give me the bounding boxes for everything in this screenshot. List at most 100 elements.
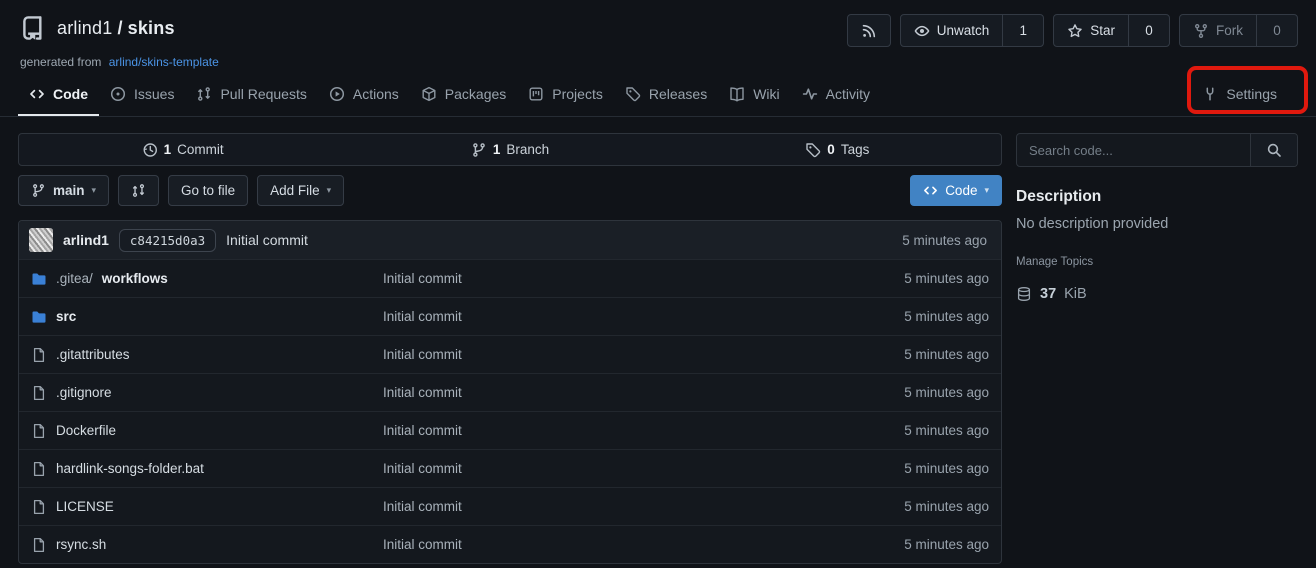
- main-content: 1 Commit 1 Branch 0 Tags main ▾ Go to fi…: [18, 133, 1002, 564]
- tags-link[interactable]: 0 Tags: [674, 142, 1001, 158]
- branch-name: main: [53, 183, 85, 198]
- template-repo-link[interactable]: arlind/skins-template: [109, 55, 219, 69]
- star-label: Star: [1090, 23, 1115, 38]
- file-name-link[interactable]: rsync.sh: [56, 537, 106, 552]
- repo-summary-bar: 1 Commit 1 Branch 0 Tags: [18, 133, 1002, 166]
- watch-count[interactable]: 1: [1002, 15, 1043, 46]
- file-icon: [31, 461, 47, 477]
- code-button-label: Code: [945, 183, 977, 198]
- search-button[interactable]: [1250, 134, 1297, 166]
- latest-commit-row: arlind1 c84215d0a3 Initial commit 5 minu…: [19, 221, 1001, 259]
- wiki-icon: [729, 86, 745, 102]
- branch-selector[interactable]: main ▾: [18, 175, 109, 206]
- generated-from: generated from arlind/skins-template: [20, 55, 219, 69]
- repo-name-link[interactable]: skins: [128, 18, 175, 38]
- commits-link[interactable]: 1 Commit: [19, 142, 346, 158]
- file-commit-message[interactable]: Initial commit: [383, 309, 823, 324]
- file-commit-time: 5 minutes ago: [823, 309, 989, 324]
- unwatch-label: Unwatch: [937, 23, 990, 38]
- unwatch-button[interactable]: Unwatch: [901, 15, 1003, 46]
- file-commit-time: 5 minutes ago: [823, 271, 989, 286]
- file-commit-message[interactable]: Initial commit: [383, 537, 823, 552]
- table-row-rsync-sh[interactable]: rsync.sh Initial commit 5 minutes ago: [19, 525, 1001, 563]
- fork-count[interactable]: 0: [1256, 15, 1297, 46]
- file-name-link[interactable]: .gitignore: [56, 385, 112, 400]
- table-row-gitignore[interactable]: .gitignore Initial commit 5 minutes ago: [19, 373, 1001, 411]
- manage-topics-link[interactable]: Manage Topics: [1016, 256, 1298, 268]
- go-to-file-button[interactable]: Go to file: [168, 175, 248, 206]
- fork-label: Fork: [1216, 23, 1243, 38]
- star-button[interactable]: Star: [1054, 15, 1128, 46]
- file-commit-message[interactable]: Initial commit: [383, 347, 823, 362]
- fork-button-group: Fork 0: [1179, 14, 1298, 47]
- file-commit-message[interactable]: Initial commit: [383, 385, 823, 400]
- file-name-link[interactable]: workflows: [102, 271, 168, 286]
- tab-releases[interactable]: Releases: [614, 74, 718, 116]
- table-row-gitea-workflows[interactable]: .gitea/workflows Initial commit 5 minute…: [19, 259, 1001, 297]
- tab-wiki[interactable]: Wiki: [718, 74, 790, 116]
- file-path-prefix[interactable]: .gitea/: [56, 271, 93, 286]
- file-name-link[interactable]: .gitattributes: [56, 347, 130, 362]
- code-icon: [923, 183, 938, 198]
- history-icon: [142, 142, 158, 158]
- tab-pull-requests[interactable]: Pull Requests: [185, 74, 317, 116]
- file-table: arlind1 c84215d0a3 Initial commit 5 minu…: [18, 220, 1002, 564]
- fork-button[interactable]: Fork: [1180, 15, 1256, 46]
- file-commit-time: 5 minutes ago: [823, 499, 989, 514]
- star-icon: [1067, 23, 1083, 39]
- repo-title: arlind1/skins: [57, 18, 175, 39]
- file-name-link[interactable]: src: [56, 309, 76, 324]
- repo-nav-tabs: Code Issues Pull Requests Actions Packag…: [0, 74, 1316, 117]
- commit-hash-badge[interactable]: c84215d0a3: [119, 229, 216, 252]
- folder-icon: [31, 271, 47, 287]
- branches-link[interactable]: 1 Branch: [346, 142, 673, 158]
- commit-author-link[interactable]: arlind1: [63, 232, 109, 248]
- compare-icon: [131, 183, 146, 198]
- add-file-button[interactable]: Add File ▾: [257, 175, 344, 206]
- table-row-dockerfile[interactable]: Dockerfile Initial commit 5 minutes ago: [19, 411, 1001, 449]
- tab-label: Pull Requests: [220, 86, 306, 102]
- commit-count-label: Commit: [177, 142, 224, 157]
- go-to-file-label: Go to file: [181, 183, 235, 198]
- file-name-link[interactable]: Dockerfile: [56, 423, 116, 438]
- tab-code[interactable]: Code: [18, 74, 99, 116]
- tab-settings[interactable]: Settings: [1191, 74, 1288, 116]
- file-commit-message[interactable]: Initial commit: [383, 499, 823, 514]
- repo-action-buttons: Unwatch 1 Star 0 Fork 0: [847, 14, 1298, 47]
- file-commit-time: 5 minutes ago: [823, 347, 989, 362]
- tab-projects[interactable]: Projects: [517, 74, 614, 116]
- commit-message-link[interactable]: Initial commit: [226, 232, 308, 248]
- pull-request-icon: [196, 86, 212, 102]
- file-name-link[interactable]: hardlink-songs-folder.bat: [56, 461, 204, 476]
- table-row-gitattributes[interactable]: .gitattributes Initial commit 5 minutes …: [19, 335, 1001, 373]
- search-input[interactable]: [1017, 134, 1250, 166]
- folder-icon: [31, 309, 47, 325]
- tools-icon: [1202, 86, 1218, 102]
- code-download-button[interactable]: Code ▾: [910, 175, 1002, 206]
- description-text: No description provided: [1016, 216, 1298, 232]
- table-row-hardlink-songs-folder-bat[interactable]: hardlink-songs-folder.bat Initial commit…: [19, 449, 1001, 487]
- tab-actions[interactable]: Actions: [318, 74, 410, 116]
- file-commit-message[interactable]: Initial commit: [383, 461, 823, 476]
- tab-issues[interactable]: Issues: [99, 74, 185, 116]
- file-name-link[interactable]: LICENSE: [56, 499, 114, 514]
- fork-icon: [1193, 23, 1209, 39]
- tab-activity[interactable]: Activity: [791, 74, 881, 116]
- repo-owner-link[interactable]: arlind1: [57, 18, 112, 38]
- caret-down-icon: ▾: [92, 186, 97, 195]
- avatar[interactable]: [29, 228, 53, 252]
- file-commit-message[interactable]: Initial commit: [383, 271, 823, 286]
- table-row-license[interactable]: LICENSE Initial commit 5 minutes ago: [19, 487, 1001, 525]
- repo-size: 37 KiB: [1016, 286, 1298, 302]
- rss-icon: [861, 23, 877, 39]
- file-icon: [31, 537, 47, 553]
- tab-packages[interactable]: Packages: [410, 74, 517, 116]
- compare-button[interactable]: [118, 175, 159, 206]
- file-commit-message[interactable]: Initial commit: [383, 423, 823, 438]
- rss-button[interactable]: [847, 14, 891, 47]
- tab-label: Activity: [826, 86, 870, 102]
- star-count[interactable]: 0: [1128, 15, 1169, 46]
- table-row-src[interactable]: src Initial commit 5 minutes ago: [19, 297, 1001, 335]
- branch-count-label: Branch: [506, 142, 549, 157]
- actions-icon: [329, 86, 345, 102]
